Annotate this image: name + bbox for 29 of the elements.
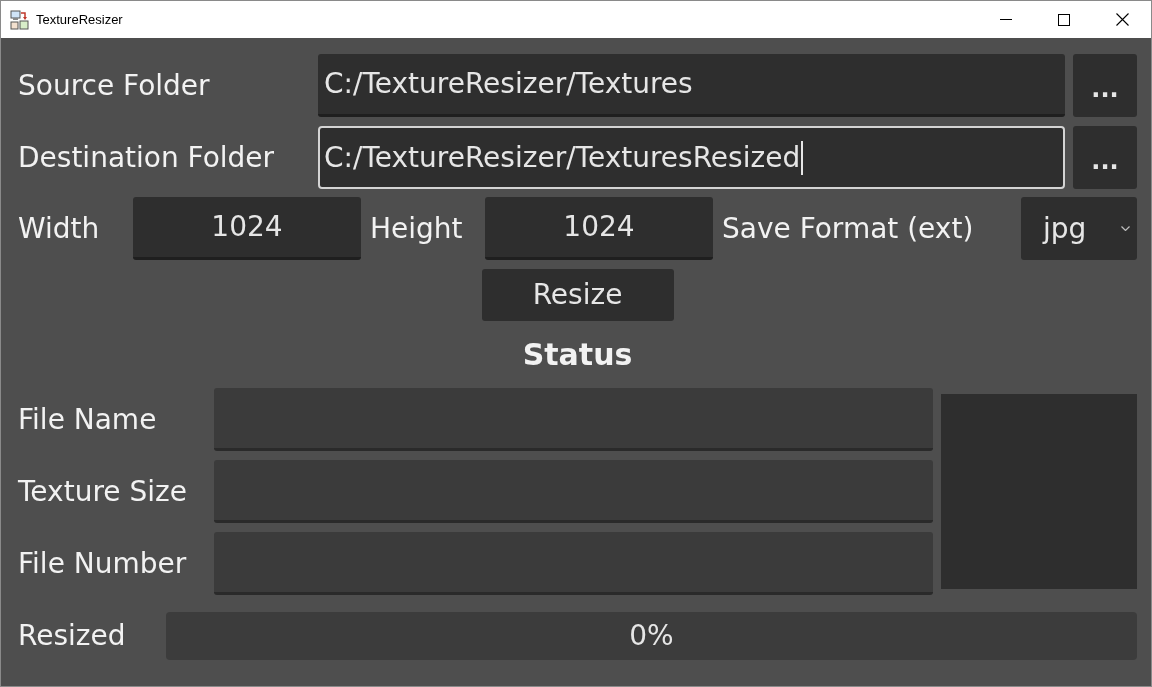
field-label: Height (370, 210, 464, 247)
maximize-icon (1058, 13, 1070, 26)
folder-path-field[interactable]: C:/TextureResizer/Textures (318, 54, 1065, 117)
field-label: File Number (18, 545, 188, 582)
field-label: Destination Folder (18, 139, 276, 176)
field-label: Texture Size (18, 473, 188, 510)
app-icon (10, 9, 29, 30)
section-heading: Status (522, 336, 633, 374)
minimize-icon (1000, 19, 1012, 20)
text-field[interactable] (214, 388, 933, 451)
number-field[interactable]: 1024 (133, 197, 361, 260)
browse-button[interactable]: ... (1073, 54, 1137, 117)
text-field[interactable] (214, 532, 933, 595)
text-field[interactable] (214, 460, 933, 523)
window-title: TextureResizer (36, 10, 123, 29)
format-dropdown[interactable]: jpg (1021, 197, 1137, 260)
field-label: Source Folder (18, 67, 211, 104)
browse-button[interactable]: ... (1073, 126, 1137, 189)
field-label: Save Format (ext) (722, 210, 975, 247)
text-cursor-icon (801, 140, 804, 175)
resize-button[interactable]: Resize (481, 269, 674, 321)
field-label: File Name (18, 401, 158, 438)
progress-reading: 0% (629, 618, 674, 654)
number-field[interactable]: 1024 (485, 197, 713, 260)
chevron-down-icon (1121, 226, 1130, 231)
field-label: Width (18, 210, 101, 247)
close-icon (1115, 13, 1129, 26)
folder-path-field[interactable]: C:/TextureResizer/TexturesResized (318, 126, 1065, 189)
field-label: Resized (18, 618, 127, 654)
